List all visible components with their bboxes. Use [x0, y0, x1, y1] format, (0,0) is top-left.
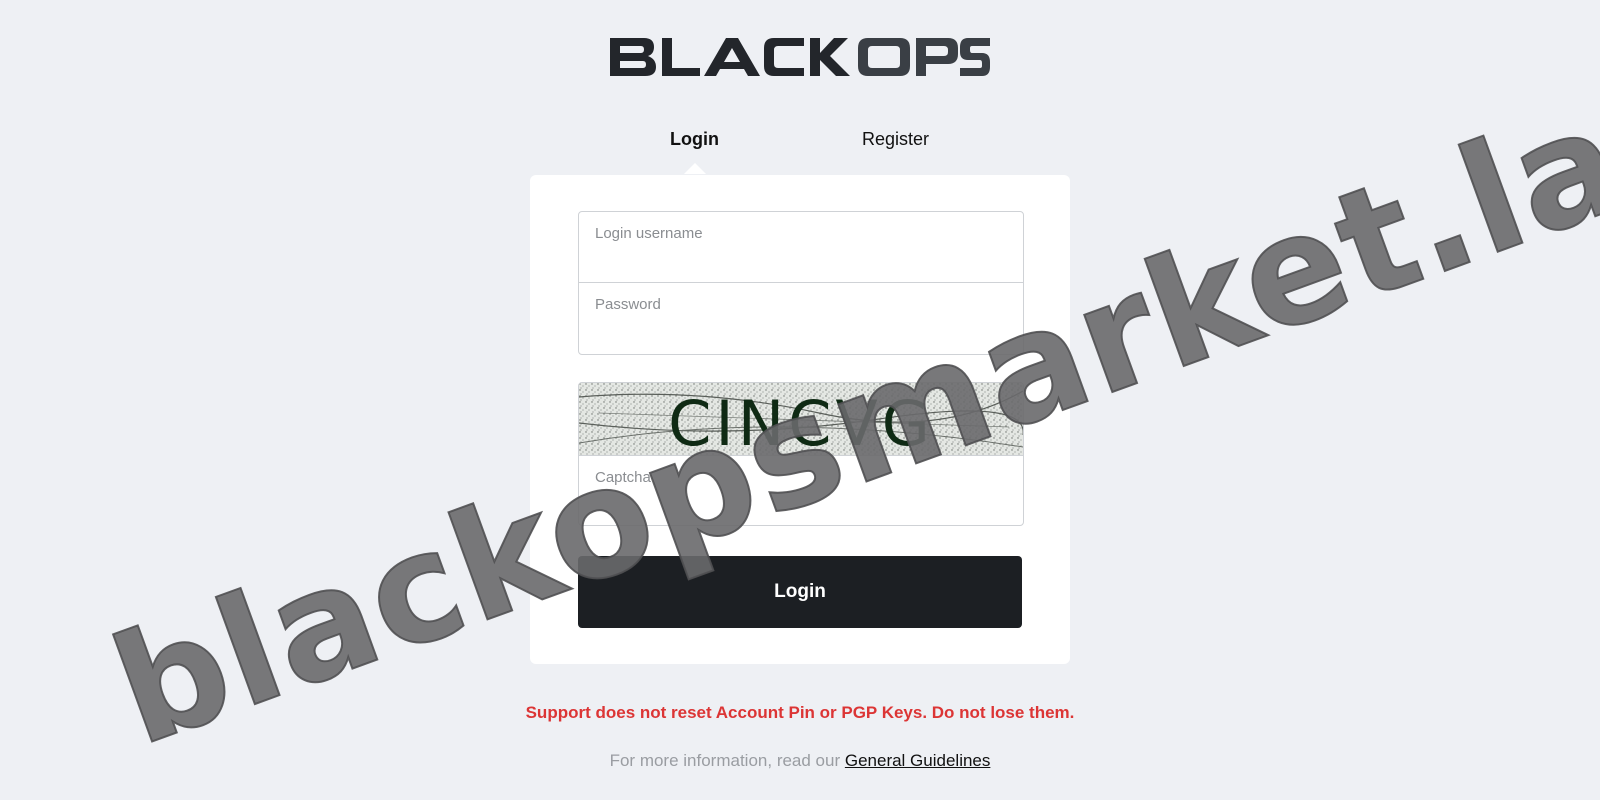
support-warning: Support does not reset Account Pin or PG… — [525, 703, 1075, 722]
auth-tabs: Login Register — [0, 126, 1600, 174]
captcha-field: Captcha — [579, 456, 1023, 525]
password-input[interactable] — [579, 283, 1023, 352]
password-field: Password — [579, 282, 1023, 352]
tab-register[interactable]: Register — [862, 126, 929, 152]
info-prefix: For more information, read our — [609, 751, 845, 770]
captcha-group: CINCVG Captcha — [578, 382, 1024, 526]
captcha-graphic: CINCVG — [579, 383, 1023, 455]
captcha-text: CINCVG — [668, 387, 934, 455]
username-field: Login username — [579, 212, 1023, 282]
username-input[interactable] — [579, 212, 1023, 282]
tab-login[interactable]: Login — [670, 126, 719, 152]
brand-logo-image — [610, 38, 990, 76]
active-tab-indicator — [684, 163, 706, 174]
captcha-image: CINCVG — [579, 383, 1023, 456]
login-button[interactable]: Login — [578, 556, 1022, 628]
info-text: For more information, read our General G… — [0, 751, 1600, 771]
general-guidelines-link[interactable]: General Guidelines — [845, 751, 991, 770]
captcha-input[interactable] — [579, 456, 1023, 525]
brand-logo — [608, 36, 992, 78]
credentials-group: Login username Password — [578, 211, 1024, 355]
login-card: Login username Password CINCVG Captcha L… — [530, 175, 1070, 664]
